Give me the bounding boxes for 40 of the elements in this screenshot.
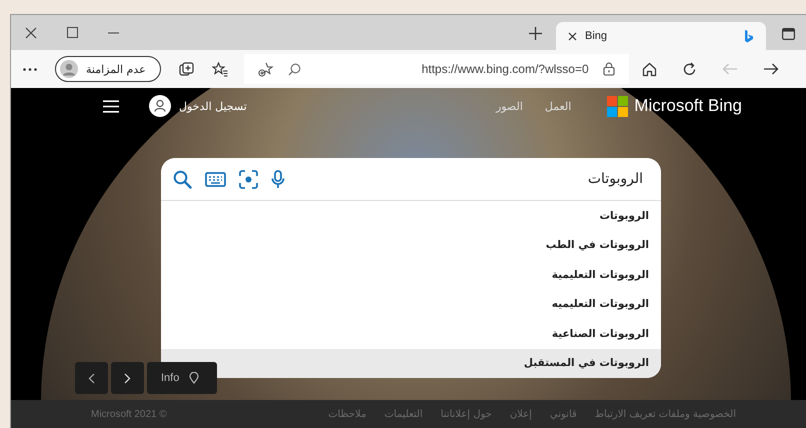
windows-squares-icon <box>607 96 628 116</box>
suggestion-item[interactable]: الروبوتات في الطب <box>161 230 661 260</box>
home-icon[interactable] <box>642 62 657 76</box>
new-tab-icon[interactable] <box>529 27 542 40</box>
suggestion-item[interactable]: الروبوتات التعليميه <box>161 290 661 319</box>
avatar-icon <box>149 95 171 117</box>
info-button[interactable]: Info <box>147 362 217 394</box>
minimize-icon[interactable] <box>108 32 119 34</box>
tab-actions-icon[interactable] <box>782 28 795 40</box>
more-icon[interactable] <box>23 68 37 70</box>
b-logo-icon <box>744 30 754 42</box>
search-icon[interactable] <box>288 62 301 76</box>
bing-logo: Microsoft Bing <box>607 96 742 116</box>
close-icon[interactable] <box>568 32 577 40</box>
visual-search-icon[interactable] <box>239 170 258 188</box>
microphone-icon[interactable] <box>271 170 285 188</box>
search-field[interactable]: الروبوتات <box>325 170 645 188</box>
url-text: https://www.bing.com/?wlsso=0 <box>422 62 589 76</box>
location-pin-icon <box>189 372 200 384</box>
avatar-icon <box>60 60 78 78</box>
forward-icon[interactable] <box>762 63 779 75</box>
collections-icon[interactable] <box>178 62 194 76</box>
chevron-left-icon <box>88 372 95 384</box>
profile-button[interactable]: عدم المزامنة <box>55 56 161 82</box>
add-favorite-icon[interactable] <box>258 62 274 76</box>
chevron-right-icon <box>124 372 131 384</box>
suggestion-item[interactable]: الروبوتات الصناعية <box>161 319 661 348</box>
refresh-icon[interactable] <box>682 62 697 76</box>
address-bar[interactable]: https://www.bing.com/?wlsso=0 <box>244 54 629 84</box>
copyright-text: Microsoft 2021 © <box>91 408 167 420</box>
suggestion-item[interactable]: الروبوتات التعليمية <box>161 260 661 290</box>
lock-icon[interactable] <box>602 62 615 76</box>
keyboard-icon[interactable] <box>205 172 226 186</box>
maximize-icon[interactable] <box>67 27 78 38</box>
favorites-icon[interactable] <box>212 62 228 76</box>
suggestion-item[interactable]: الروبوتات <box>161 201 661 230</box>
browser-tab[interactable]: Bing <box>556 22 766 50</box>
close-icon[interactable] <box>25 26 37 38</box>
menu-icon[interactable] <box>103 100 119 112</box>
search-icon[interactable] <box>173 170 192 188</box>
